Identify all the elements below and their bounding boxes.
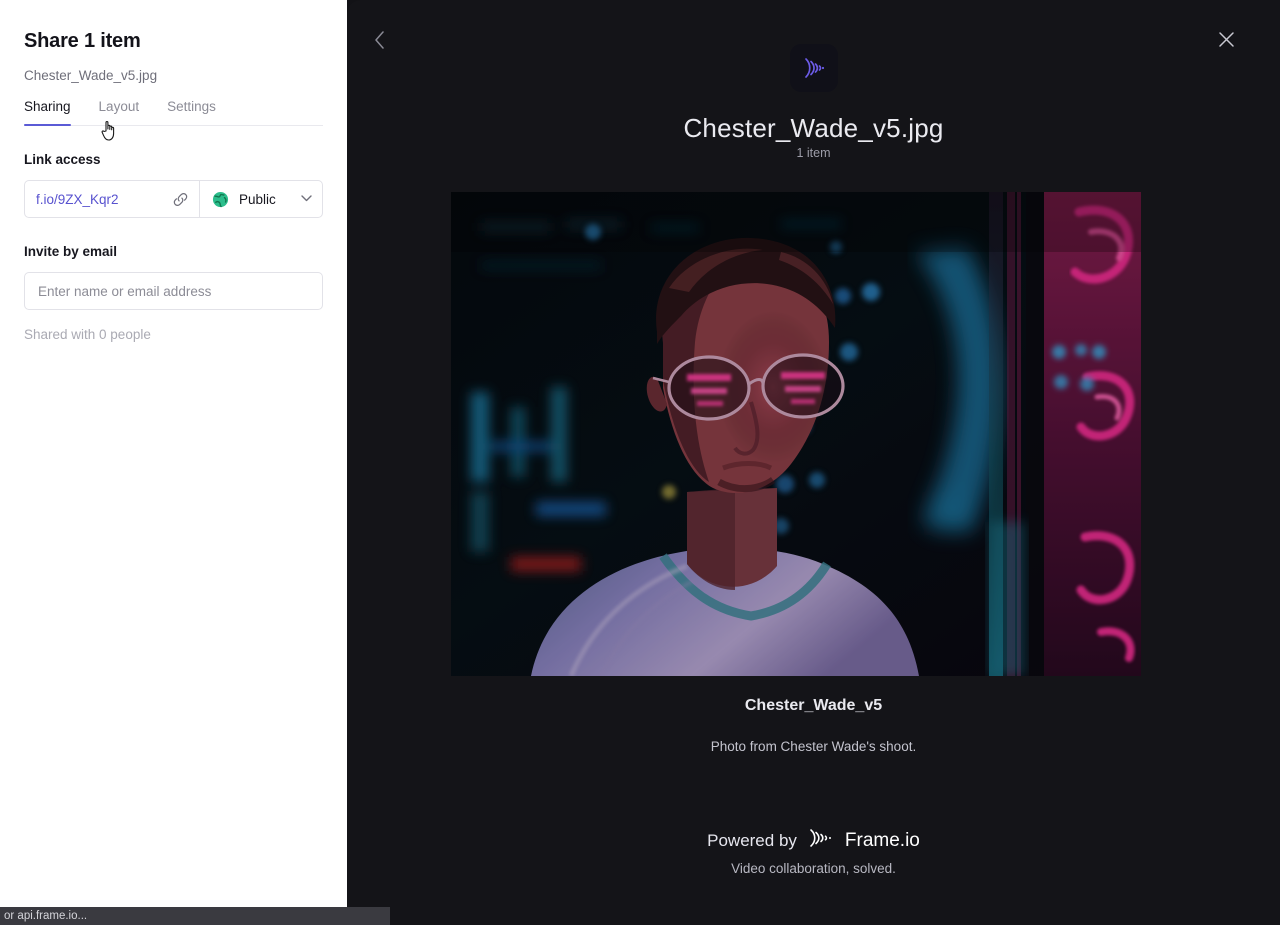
back-button[interactable] — [366, 27, 392, 53]
preview-title: Chester_Wade_v5.jpg — [683, 113, 944, 143]
link-icon[interactable] — [173, 192, 188, 207]
frameio-brand-label: Frame.io — [844, 829, 920, 851]
asset-thumbnail[interactable] — [451, 192, 1141, 676]
powered-by-footer: Powered by Frame.io — [347, 828, 1280, 853]
status-bar-text: or api.frame.io... — [4, 910, 88, 922]
asset-description: Photo from Chester Wade's shoot. — [710, 739, 917, 754]
tab-layout[interactable]: Layout — [99, 99, 140, 125]
invite-by-email-label: Invite by email — [24, 244, 118, 259]
frameio-tagline: Video collaboration, solved. — [731, 861, 896, 876]
share-link-url: f.io/9ZX_Kqr2 — [36, 191, 119, 207]
link-access-row: f.io/9ZX_Kqr2 Public — [24, 180, 323, 218]
asset-name: Chester_Wade_v5 — [744, 697, 883, 714]
chevron-down-icon[interactable] — [301, 194, 312, 205]
browser-status-bar: or api.frame.io... — [0, 907, 390, 925]
share-tabs: Sharing Layout Settings — [24, 99, 323, 126]
email-invite-input[interactable] — [24, 272, 323, 310]
close-button[interactable] — [1213, 26, 1239, 52]
app-root: ? • • • ••• ••• ••• ••• ••• — [0, 0, 1280, 925]
frameio-wave-icon — [806, 828, 836, 853]
share-panel: Share 1 item Chester_Wade_v5.jpg Sharing… — [0, 0, 347, 907]
shared-with-count: Shared with 0 people — [24, 327, 151, 342]
link-access-value: Public — [239, 191, 276, 207]
tab-sharing[interactable]: Sharing — [24, 99, 71, 126]
share-preview-panel: Chester_Wade_v5.jpg 1 item Chester_Wade_… — [347, 0, 1280, 925]
globe-icon — [212, 191, 229, 208]
link-access-selector[interactable]: Public — [200, 181, 322, 217]
tab-settings[interactable]: Settings — [167, 99, 216, 125]
preview-item-count: 1 item — [796, 146, 831, 160]
link-access-label: Link access — [24, 152, 101, 167]
page-title: Share 1 item — [24, 30, 141, 52]
share-link-field[interactable]: f.io/9ZX_Kqr2 — [25, 181, 200, 217]
share-filename: Chester_Wade_v5.jpg — [24, 68, 158, 83]
powered-by-label: Powered by — [707, 830, 797, 850]
frameio-logo-icon — [789, 44, 838, 92]
